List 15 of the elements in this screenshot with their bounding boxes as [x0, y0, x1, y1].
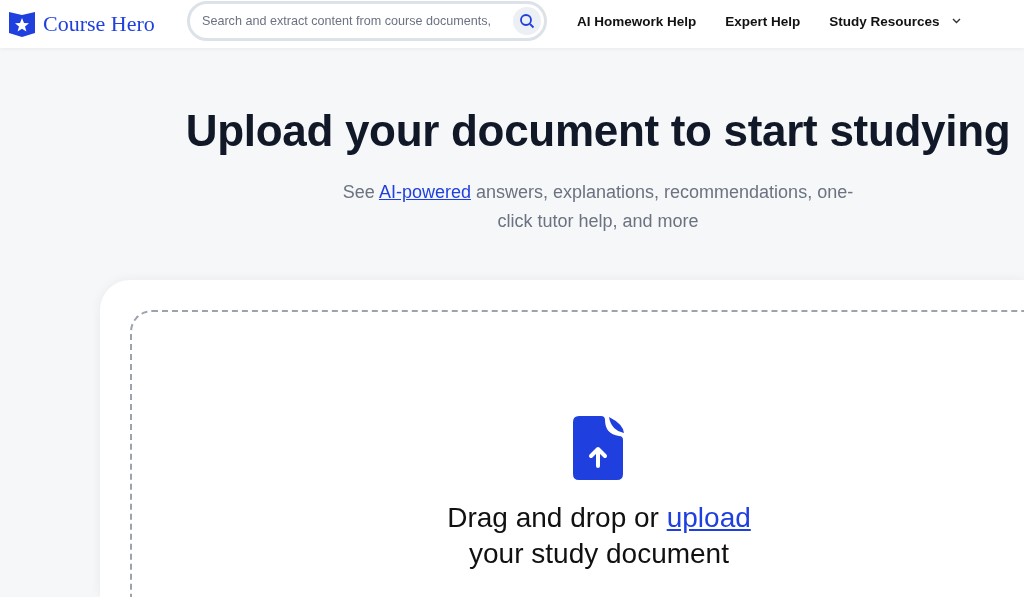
- ai-powered-link[interactable]: AI-powered: [378, 182, 471, 202]
- nav-link[interactable]: AI Homework Help: [577, 13, 697, 29]
- course-logo[interactable]: Course Hero: [8, 10, 180, 38]
- upload-link[interactable]: upload: [666, 502, 751, 533]
- page-subtitle: See AI-powered answers, explanations, recommendations, one-click tutor help, and more: [341, 181, 855, 233]
- file-upload-icon: [573, 416, 625, 480]
- search-icon: [519, 13, 535, 29]
- shield-star-icon: [8, 10, 36, 38]
- upload-prompt: Drag and drop or upload your study document: [447, 501, 751, 571]
- chevron-down-icon: [951, 18, 961, 24]
- nav-dropdown[interactable]: Study Resources: [829, 13, 961, 29]
- search-field[interactable]: Search and extract content from course documents,: [187, 1, 547, 41]
- page-heading: Upload your document to start studying: [184, 106, 1012, 156]
- drop-zone[interactable]: Drag and drop or upload your study document: [130, 310, 1024, 597]
- nav-link[interactable]: Expert Help: [725, 13, 801, 29]
